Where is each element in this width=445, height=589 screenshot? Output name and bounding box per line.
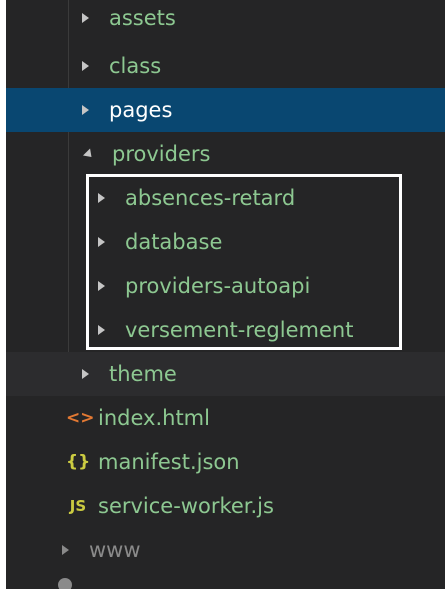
tree-item-label: manifest.json bbox=[98, 450, 240, 474]
tree-item-www[interactable]: www bbox=[6, 528, 445, 572]
tree-item-label: providers bbox=[112, 142, 211, 166]
tree-item-index-html[interactable]: <> index.html bbox=[6, 396, 445, 440]
tree-item-label: class bbox=[109, 54, 162, 78]
js-icon: JS bbox=[69, 497, 87, 515]
chevron-right-icon bbox=[62, 545, 69, 555]
tree-item-class[interactable]: class bbox=[6, 44, 445, 88]
tree-item-label: service-worker.js bbox=[98, 494, 274, 518]
chevron-right-icon bbox=[82, 105, 89, 115]
tree-item-providers[interactable]: providers bbox=[6, 132, 445, 176]
tree-item-label: index.html bbox=[98, 406, 210, 430]
highlight-annotation-box bbox=[86, 174, 402, 350]
tree-item-manifest-json[interactable]: {} manifest.json bbox=[6, 440, 445, 484]
html-icon: <> bbox=[66, 408, 95, 428]
tree-item-label: assets bbox=[109, 6, 176, 30]
tree-item-assets[interactable]: assets bbox=[6, 0, 445, 40]
chevron-right-icon bbox=[82, 61, 89, 71]
tree-item-pages[interactable]: pages bbox=[6, 88, 445, 132]
tree-item-service-worker-js[interactable]: JS service-worker.js bbox=[6, 484, 445, 528]
chevron-down-icon bbox=[82, 147, 96, 161]
file-explorer: assets class pages providers absences-re… bbox=[6, 0, 445, 589]
tree-item-theme[interactable]: theme bbox=[6, 352, 445, 396]
json-icon: {} bbox=[66, 452, 91, 472]
tree-item-label: pages bbox=[109, 98, 173, 122]
gear-icon bbox=[58, 578, 72, 589]
tree-item-label: theme bbox=[109, 362, 177, 386]
chevron-right-icon bbox=[82, 369, 89, 379]
tree-item-label: www bbox=[89, 538, 141, 562]
chevron-right-icon bbox=[82, 13, 89, 23]
